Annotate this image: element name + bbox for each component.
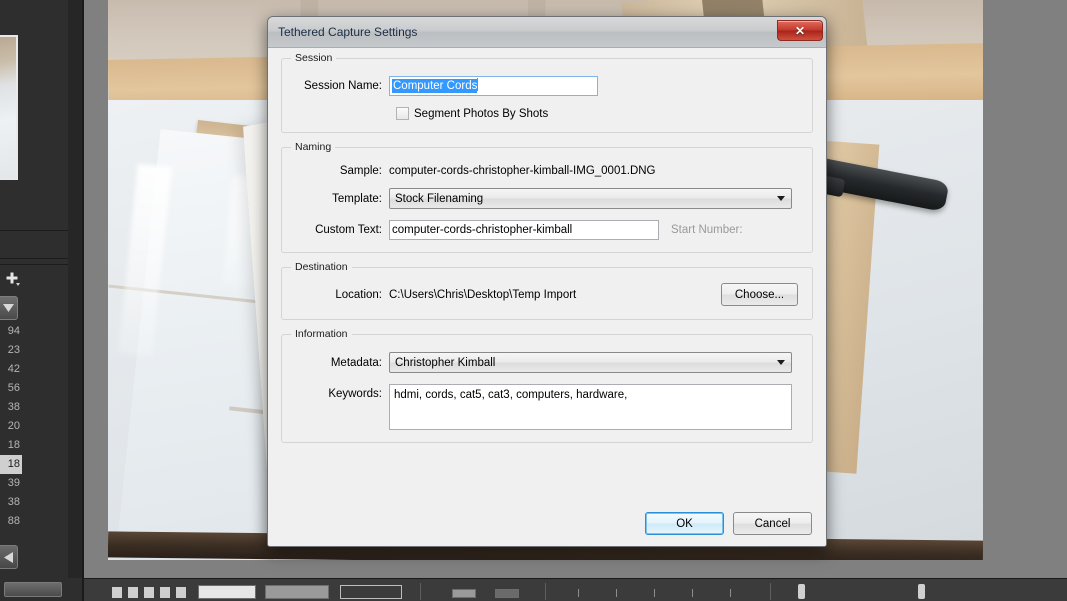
rating-star-icon[interactable] [578,589,579,597]
metadata-dropdown[interactable]: Christopher Kimball [389,352,792,373]
metadata-row: Metadata: Christopher Kimball [296,352,798,373]
rating-star-icon[interactable] [692,589,693,597]
rating-star-icon[interactable] [654,589,655,597]
keywords-label: Keywords: [328,388,382,400]
keywords-row: Keywords: hdmi, cords, cat5, cat3, compu… [296,384,798,430]
metadata-label: Metadata: [330,356,382,369]
panel-toggle-button[interactable] [4,582,62,597]
bottom-toolbar[interactable] [0,578,1067,601]
segment-photos-row: Segment Photos By Shots [389,107,798,120]
toolbar-divider [545,583,546,600]
segment-photos-checkbox[interactable] [396,107,409,120]
application-window: 94 23 42 56 38 20 18 18 39 38 88 Tethere… [0,0,1067,601]
sample-row: Sample: computer-cords-christopher-kimba… [296,165,798,177]
template-label: Template: [332,192,382,205]
close-x-icon[interactable]: ✕ [777,20,823,41]
list-item[interactable]: 38 [0,398,22,417]
session-group: Session Session Name: Computer Cords Seg… [281,52,813,133]
panel-divider [0,230,68,231]
information-group-legend: Information [291,328,352,340]
bottom-left-panel [0,578,84,601]
panel-divider [0,258,68,259]
location-row: Location: C:\Users\Chris\Desktop\Temp Im… [296,283,798,306]
destination-group: Destination Location: C:\Users\Chris\Des… [281,261,813,320]
text-caret [477,78,479,91]
compare-view-icon[interactable] [265,585,329,599]
list-item[interactable]: 42 [0,360,22,379]
naming-group: Naming Sample: computer-cords-christophe… [281,141,813,253]
panel-divider [0,264,68,265]
survey-view-icon[interactable] [340,585,402,599]
start-number-label: Start Number: [671,224,743,236]
zoom-slider[interactable] [918,584,925,599]
left-panel: 94 23 42 56 38 20 18 18 39 38 88 [0,0,84,578]
rating-star-icon[interactable] [730,589,731,597]
list-item[interactable]: 94 [0,322,22,341]
template-dropdown[interactable]: Stock Filenaming [389,188,792,209]
template-row: Template: Stock Filenaming [296,188,798,209]
sample-value: computer-cords-christopher-kimball-IMG_0… [389,165,656,177]
loupe-view-icon[interactable] [198,585,256,599]
rating-star-icon[interactable] [616,589,617,597]
session-name-input[interactable]: Computer Cords [389,76,598,96]
toolbar-divider [420,583,421,600]
toolbar-divider [770,583,771,600]
segment-photos-label: Segment Photos By Shots [414,107,549,120]
session-name-value: Computer Cords [392,79,478,93]
chevron-down-icon[interactable] [0,296,18,320]
triangle-left-icon[interactable] [0,545,18,569]
session-name-row: Session Name: Computer Cords [296,76,798,96]
chevron-down-icon [777,360,785,365]
choose-button[interactable]: Choose... [721,283,798,306]
list-item[interactable]: 20 [0,417,22,436]
naming-group-legend: Naming [291,141,336,153]
keywords-value: hdmi, cords, cat5, cat3, computers, hard… [394,389,628,401]
location-value: C:\Users\Chris\Desktop\Temp Import [389,288,577,301]
grid-view-icon[interactable] [112,587,190,598]
list-item[interactable]: 23 [0,341,22,360]
custom-text-row: Custom Text: computer-cords-christopher-… [296,220,798,240]
list-item[interactable]: 56 [0,379,22,398]
session-name-label: Session Name: [304,80,382,92]
list-item[interactable]: 38 [0,493,22,512]
tethered-capture-settings-dialog: Tethered Capture Settings ✕ Session Sess… [267,16,827,547]
list-item-selected[interactable]: 18 [0,455,22,474]
ok-button[interactable]: OK [645,512,724,535]
metadata-value: Christopher Kimball [395,356,496,369]
destination-group-legend: Destination [291,261,352,273]
sample-label: Sample: [339,165,382,177]
keywords-input[interactable]: hdmi, cords, cat5, cat3, computers, hard… [389,384,792,430]
dialog-body: Session Session Name: Computer Cords Seg… [268,48,826,546]
thumbnail-size-slider[interactable] [798,584,805,599]
template-value: Stock Filenaming [395,192,484,205]
location-label: Location: [335,288,382,301]
list-item[interactable]: 88 [0,512,22,531]
custom-text-label: Custom Text: [315,224,382,236]
custom-text-input[interactable]: computer-cords-christopher-kimball [389,220,659,240]
dialog-title: Tethered Capture Settings [278,25,418,39]
rotate-icon[interactable] [495,589,519,598]
chevron-down-icon [777,196,785,201]
left-panel-inner: 94 23 42 56 38 20 18 18 39 38 88 [0,0,68,578]
dialog-footer: OK Cancel [645,512,812,535]
filmstrip-number-list[interactable]: 94 23 42 56 38 20 18 18 39 38 88 [0,322,22,531]
session-group-legend: Session [291,52,337,64]
dialog-titlebar[interactable]: Tethered Capture Settings ✕ [268,17,826,48]
list-item[interactable]: 18 [0,436,22,455]
list-item[interactable]: 39 [0,474,22,493]
add-icon[interactable] [0,266,24,292]
custom-text-value: computer-cords-christopher-kimball [392,224,573,236]
cancel-button[interactable]: Cancel [733,512,812,535]
flag-icon[interactable] [452,589,476,598]
information-group: Information Metadata: Christopher Kimbal… [281,328,813,443]
thumbnail-preview[interactable] [0,35,18,180]
